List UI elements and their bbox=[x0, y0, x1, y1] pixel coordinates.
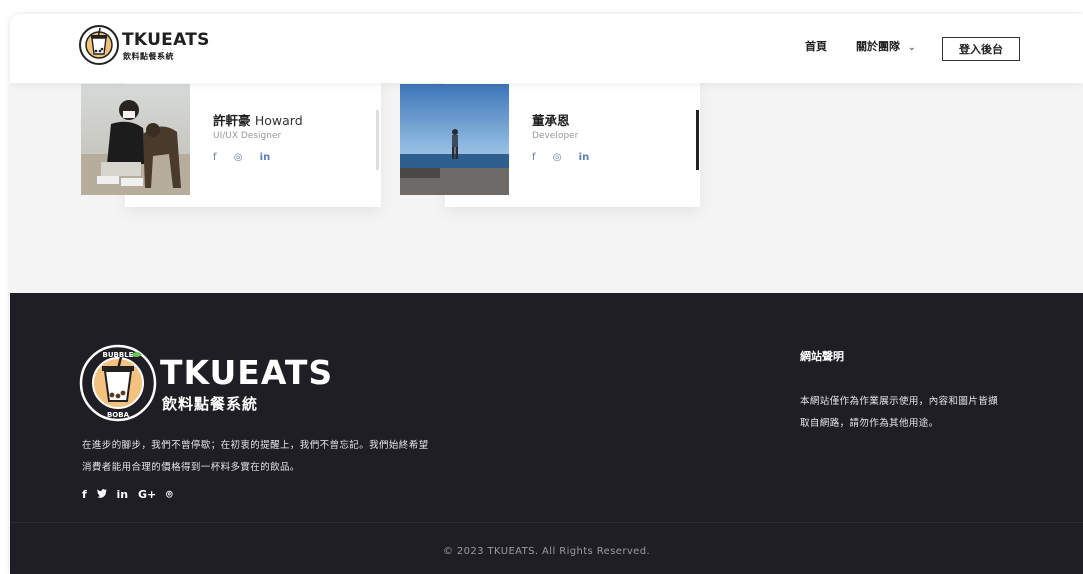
footer-brand-sub: 飲料點餐系統 bbox=[162, 395, 259, 413]
card-accent-bar bbox=[376, 110, 379, 170]
footer-copyright: © 2023 TKUEATS. All Rights Reserved. bbox=[442, 546, 651, 557]
team-name-zh: 許軒豪 bbox=[213, 113, 251, 128]
site-logo[interactable]: TKUEATS 飲料點餐系統 bbox=[78, 24, 209, 72]
nav-about[interactable]: 關於團隊 ⌄ bbox=[856, 38, 916, 54]
facebook-icon[interactable]: f bbox=[82, 488, 87, 501]
linkedin-icon[interactable]: in bbox=[579, 152, 590, 163]
github-icon[interactable]: ⌾ bbox=[166, 488, 173, 501]
footer-slogan-line2: 消費者能用合理的價格得到一杯料多實在的飲品。 bbox=[82, 462, 300, 473]
footer-social-icons: f in G+ ⌾ bbox=[82, 488, 179, 502]
twitter-bird-shape bbox=[96, 489, 107, 498]
instagram-icon[interactable]: ◎ bbox=[553, 152, 562, 163]
login-button[interactable]: 登入後台 bbox=[942, 37, 1020, 61]
team-photo-howard bbox=[81, 84, 190, 195]
footer-disclaimer-line2: 取自網路，請勿作為其他用途。 bbox=[800, 418, 939, 429]
team-name-dong: 董承恩 bbox=[532, 110, 570, 129]
team-role-dong: Developer bbox=[532, 131, 579, 141]
twitter-icon[interactable] bbox=[96, 488, 111, 501]
nav-about-label: 關於團隊 bbox=[856, 40, 900, 53]
footer-disclaimer-line1: 本網站僅作為作業展示使用，內容和圖片皆擷 bbox=[800, 396, 999, 407]
site-header: TKUEATS 飲料點餐系統 首頁 關於團隊 ⌄ 登入後台 bbox=[10, 14, 1083, 83]
photo-person-at-sea bbox=[400, 84, 509, 195]
team-social-howard: f ◎ in bbox=[213, 152, 276, 163]
team-role-howard: UI/UX Designer bbox=[213, 131, 282, 141]
team-name-howard: 許軒豪 Howard bbox=[213, 110, 303, 129]
badge-bottom-text: BOBA bbox=[107, 411, 130, 419]
instagram-icon[interactable]: ◎ bbox=[234, 152, 243, 163]
header-brand: TKUEATS bbox=[122, 30, 210, 50]
browser-viewport: TKUEATS 飲料點餐系統 首頁 關於團隊 ⌄ 登入後台 許軒豪 Howard… bbox=[10, 14, 1083, 574]
team-name-en: Howard bbox=[254, 113, 303, 128]
boba-logo-icon bbox=[79, 25, 119, 65]
team-photo-dong bbox=[400, 84, 509, 195]
chevron-down-icon: ⌄ bbox=[908, 43, 916, 53]
footer-brand: TKUEATS bbox=[160, 353, 334, 392]
footer-slogan-line1: 在進步的腳步，我們不曾停歇；在初衷的提醒上，我們不曾忘記。我們始終希望 bbox=[82, 440, 429, 451]
badge-top-text: BUBBLE bbox=[103, 351, 134, 359]
team-name-zh: 董承恩 bbox=[532, 113, 570, 128]
facebook-icon[interactable]: f bbox=[213, 152, 217, 163]
header-brand-sub: 飲料點餐系統 bbox=[123, 52, 174, 61]
google-plus-icon[interactable]: G+ bbox=[138, 488, 156, 501]
card-accent-bar bbox=[696, 110, 699, 170]
site-footer: BUBBLE BOBA TKUEATS 飲料點餐系統 在進步的腳步，我們不曾停歇… bbox=[10, 293, 1083, 574]
linkedin-icon[interactable]: in bbox=[260, 152, 271, 163]
boba-logo-icon: BUBBLE BOBA bbox=[79, 344, 157, 422]
footer-disclaimer-title: 網站聲明 bbox=[800, 350, 844, 363]
nav-home[interactable]: 首頁 bbox=[805, 38, 827, 54]
facebook-icon[interactable]: f bbox=[532, 152, 536, 163]
linkedin-icon[interactable]: in bbox=[116, 488, 128, 501]
photo-person-with-dog bbox=[81, 84, 190, 195]
footer-divider bbox=[10, 522, 1083, 523]
team-social-dong: f ◎ in bbox=[532, 152, 595, 163]
